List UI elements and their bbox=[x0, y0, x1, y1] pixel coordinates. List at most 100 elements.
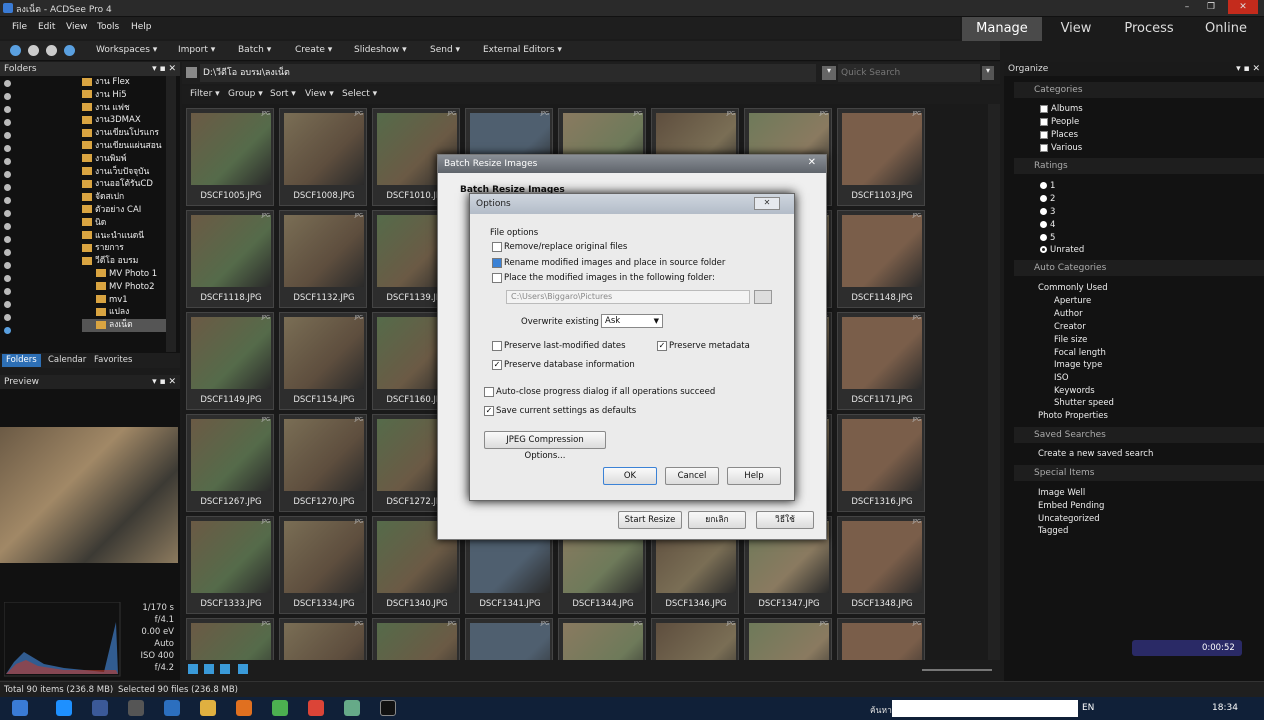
explorer-icon[interactable] bbox=[200, 700, 216, 716]
chrome-icon[interactable] bbox=[308, 700, 324, 716]
thumbnail[interactable]: JPG DSCF1005.JPG bbox=[186, 108, 274, 206]
refresh-icon[interactable] bbox=[64, 45, 75, 56]
folder-item[interactable]: mv1 bbox=[82, 294, 166, 307]
categories-section[interactable]: Categories bbox=[1014, 82, 1264, 98]
ok-button[interactable]: OK bbox=[603, 467, 657, 485]
folder-item[interactable]: นิด bbox=[82, 217, 166, 230]
batch-cancel-button[interactable]: ยกเลิก bbox=[688, 511, 746, 529]
rating-4[interactable]: 4 bbox=[1040, 220, 1055, 230]
external-editors-menu[interactable]: External Editors ▾ bbox=[483, 45, 562, 55]
menu-file[interactable]: File bbox=[12, 22, 27, 32]
auto-iso[interactable]: ISO bbox=[1054, 373, 1069, 383]
tab-online[interactable]: Online bbox=[1188, 17, 1264, 41]
view-icon[interactable] bbox=[188, 664, 198, 674]
select-menu[interactable]: Select ▾ bbox=[342, 89, 377, 99]
zoom-slider[interactable] bbox=[922, 669, 992, 671]
folder-item[interactable]: จัดสเปก bbox=[82, 191, 166, 204]
batch-help-button[interactable]: วิธีใช้ bbox=[756, 511, 814, 529]
thumbnail[interactable]: JPG bbox=[651, 618, 739, 660]
start-icon[interactable] bbox=[12, 700, 28, 716]
save-defaults-checkbox[interactable]: ✓ bbox=[484, 406, 494, 416]
send-menu[interactable]: Send ▾ bbox=[430, 45, 460, 55]
photo-properties[interactable]: Photo Properties bbox=[1038, 411, 1108, 421]
workspaces-menu[interactable]: Workspaces ▾ bbox=[96, 45, 157, 55]
media-icon[interactable] bbox=[236, 700, 252, 716]
filter-menu[interactable]: Filter ▾ bbox=[190, 89, 220, 99]
category-albums[interactable]: Albums bbox=[1040, 104, 1083, 114]
forward-icon[interactable] bbox=[28, 45, 39, 56]
tab-calendar[interactable]: Calendar bbox=[44, 354, 90, 367]
folder-up-icon[interactable] bbox=[186, 67, 197, 78]
menu-edit[interactable]: Edit bbox=[38, 22, 55, 32]
special-uncategorized[interactable]: Uncategorized bbox=[1038, 514, 1100, 524]
thumbnail[interactable]: JPG DSCF1132.JPG bbox=[279, 210, 367, 308]
tab-process[interactable]: Process bbox=[1110, 17, 1188, 41]
auto-keywords[interactable]: Keywords bbox=[1054, 386, 1095, 396]
thumbnail[interactable]: JPG DSCF1118.JPG bbox=[186, 210, 274, 308]
path-dropdown-icon[interactable]: ▾ bbox=[822, 66, 836, 80]
commonly-used[interactable]: Commonly Used bbox=[1038, 283, 1108, 293]
thumbnail[interactable]: JPG DSCF1148.JPG bbox=[837, 210, 925, 308]
folder-item[interactable]: งานเขียนโปรแกร bbox=[82, 127, 166, 140]
thumbnail[interactable]: JPG bbox=[558, 618, 646, 660]
share-icon[interactable] bbox=[238, 664, 248, 674]
rename-radio[interactable] bbox=[492, 258, 502, 268]
auto-shutter-speed[interactable]: Shutter speed bbox=[1054, 398, 1114, 408]
back-icon[interactable] bbox=[10, 45, 21, 56]
folder-item[interactable]: ตัวอย่าง CAI bbox=[82, 204, 166, 217]
tab-view[interactable]: View bbox=[1042, 17, 1110, 41]
batch-menu[interactable]: Batch ▾ bbox=[238, 45, 271, 55]
thumbnail[interactable]: JPG bbox=[372, 618, 460, 660]
menu-help[interactable]: Help bbox=[131, 22, 152, 32]
acdsee-icon[interactable] bbox=[380, 700, 396, 716]
thumbnail[interactable]: JPG DSCF1348.JPG bbox=[837, 516, 925, 614]
view-menu[interactable]: View ▾ bbox=[305, 89, 334, 99]
path-field[interactable]: D:\วีดีโอ อบรม\ลงเน็ต bbox=[200, 64, 816, 82]
thumbnail[interactable]: JPG DSCF1316.JPG bbox=[837, 414, 925, 512]
rating-1[interactable]: 1 bbox=[1040, 181, 1055, 191]
folder-item[interactable]: งานเว็บปัจจุบัน bbox=[82, 166, 166, 179]
special-tagged[interactable]: Tagged bbox=[1038, 526, 1068, 536]
rating-2[interactable]: 2 bbox=[1040, 194, 1055, 204]
quick-search-input[interactable]: Quick Search bbox=[838, 64, 980, 82]
folder-item[interactable]: งาน แฟช bbox=[82, 102, 166, 115]
ie-icon[interactable] bbox=[56, 700, 72, 716]
slideshow-menu[interactable]: Slideshow ▾ bbox=[354, 45, 407, 55]
thumbnail[interactable]: JPG bbox=[279, 618, 367, 660]
category-various[interactable]: Various bbox=[1040, 143, 1082, 153]
thumbnail[interactable]: JPG DSCF1008.JPG bbox=[279, 108, 367, 206]
remove-originals-checkbox[interactable] bbox=[492, 242, 502, 252]
search-dropdown-icon[interactable]: ▾ bbox=[982, 66, 994, 80]
create-saved-search-link[interactable]: Create a new saved search bbox=[1038, 449, 1153, 459]
thumbnail[interactable]: JPG DSCF1334.JPG bbox=[279, 516, 367, 614]
start-resize-button[interactable]: Start Resize bbox=[618, 511, 682, 529]
thumbnail[interactable]: JPG DSCF1154.JPG bbox=[279, 312, 367, 410]
auto-categories-section[interactable]: Auto Categories bbox=[1014, 260, 1264, 276]
folder-item-selected[interactable]: ลงเน็ต bbox=[82, 319, 166, 332]
ratings-section[interactable]: Ratings bbox=[1014, 158, 1264, 174]
auto-focal-length[interactable]: Focal length bbox=[1054, 348, 1106, 358]
folder-item[interactable]: รายการ bbox=[82, 242, 166, 255]
thumbnail[interactable]: JPG DSCF1103.JPG bbox=[837, 108, 925, 206]
options-close-icon[interactable]: ✕ bbox=[754, 197, 780, 210]
folder-item[interactable]: MV Photo 1 bbox=[82, 268, 166, 281]
saved-searches-section[interactable]: Saved Searches bbox=[1014, 427, 1264, 443]
app-icon-3[interactable] bbox=[272, 700, 288, 716]
sort-menu[interactable]: Sort ▾ bbox=[270, 89, 296, 99]
rating-5[interactable]: 5 bbox=[1040, 233, 1055, 243]
group-menu[interactable]: Group ▾ bbox=[228, 89, 263, 99]
auto-file-size[interactable]: File size bbox=[1054, 335, 1087, 345]
auto-author[interactable]: Author bbox=[1054, 309, 1083, 319]
menu-tools[interactable]: Tools bbox=[97, 22, 119, 32]
browse-folder-icon[interactable] bbox=[754, 290, 772, 304]
app-icon-2[interactable] bbox=[164, 700, 180, 716]
folder-item[interactable]: งานออโต้รันCD bbox=[82, 178, 166, 191]
folder-item[interactable]: แนะนำแนดนี bbox=[82, 230, 166, 243]
help-button[interactable]: Help bbox=[727, 467, 781, 485]
folder-item[interactable]: งาน3DMAX bbox=[82, 114, 166, 127]
folder-item[interactable]: วีดีโอ อบรม bbox=[82, 255, 166, 268]
tab-manage[interactable]: Manage bbox=[962, 17, 1042, 41]
app-icon-4[interactable] bbox=[344, 700, 360, 716]
thumbnail[interactable]: JPG bbox=[465, 618, 553, 660]
up-icon[interactable] bbox=[46, 45, 57, 56]
